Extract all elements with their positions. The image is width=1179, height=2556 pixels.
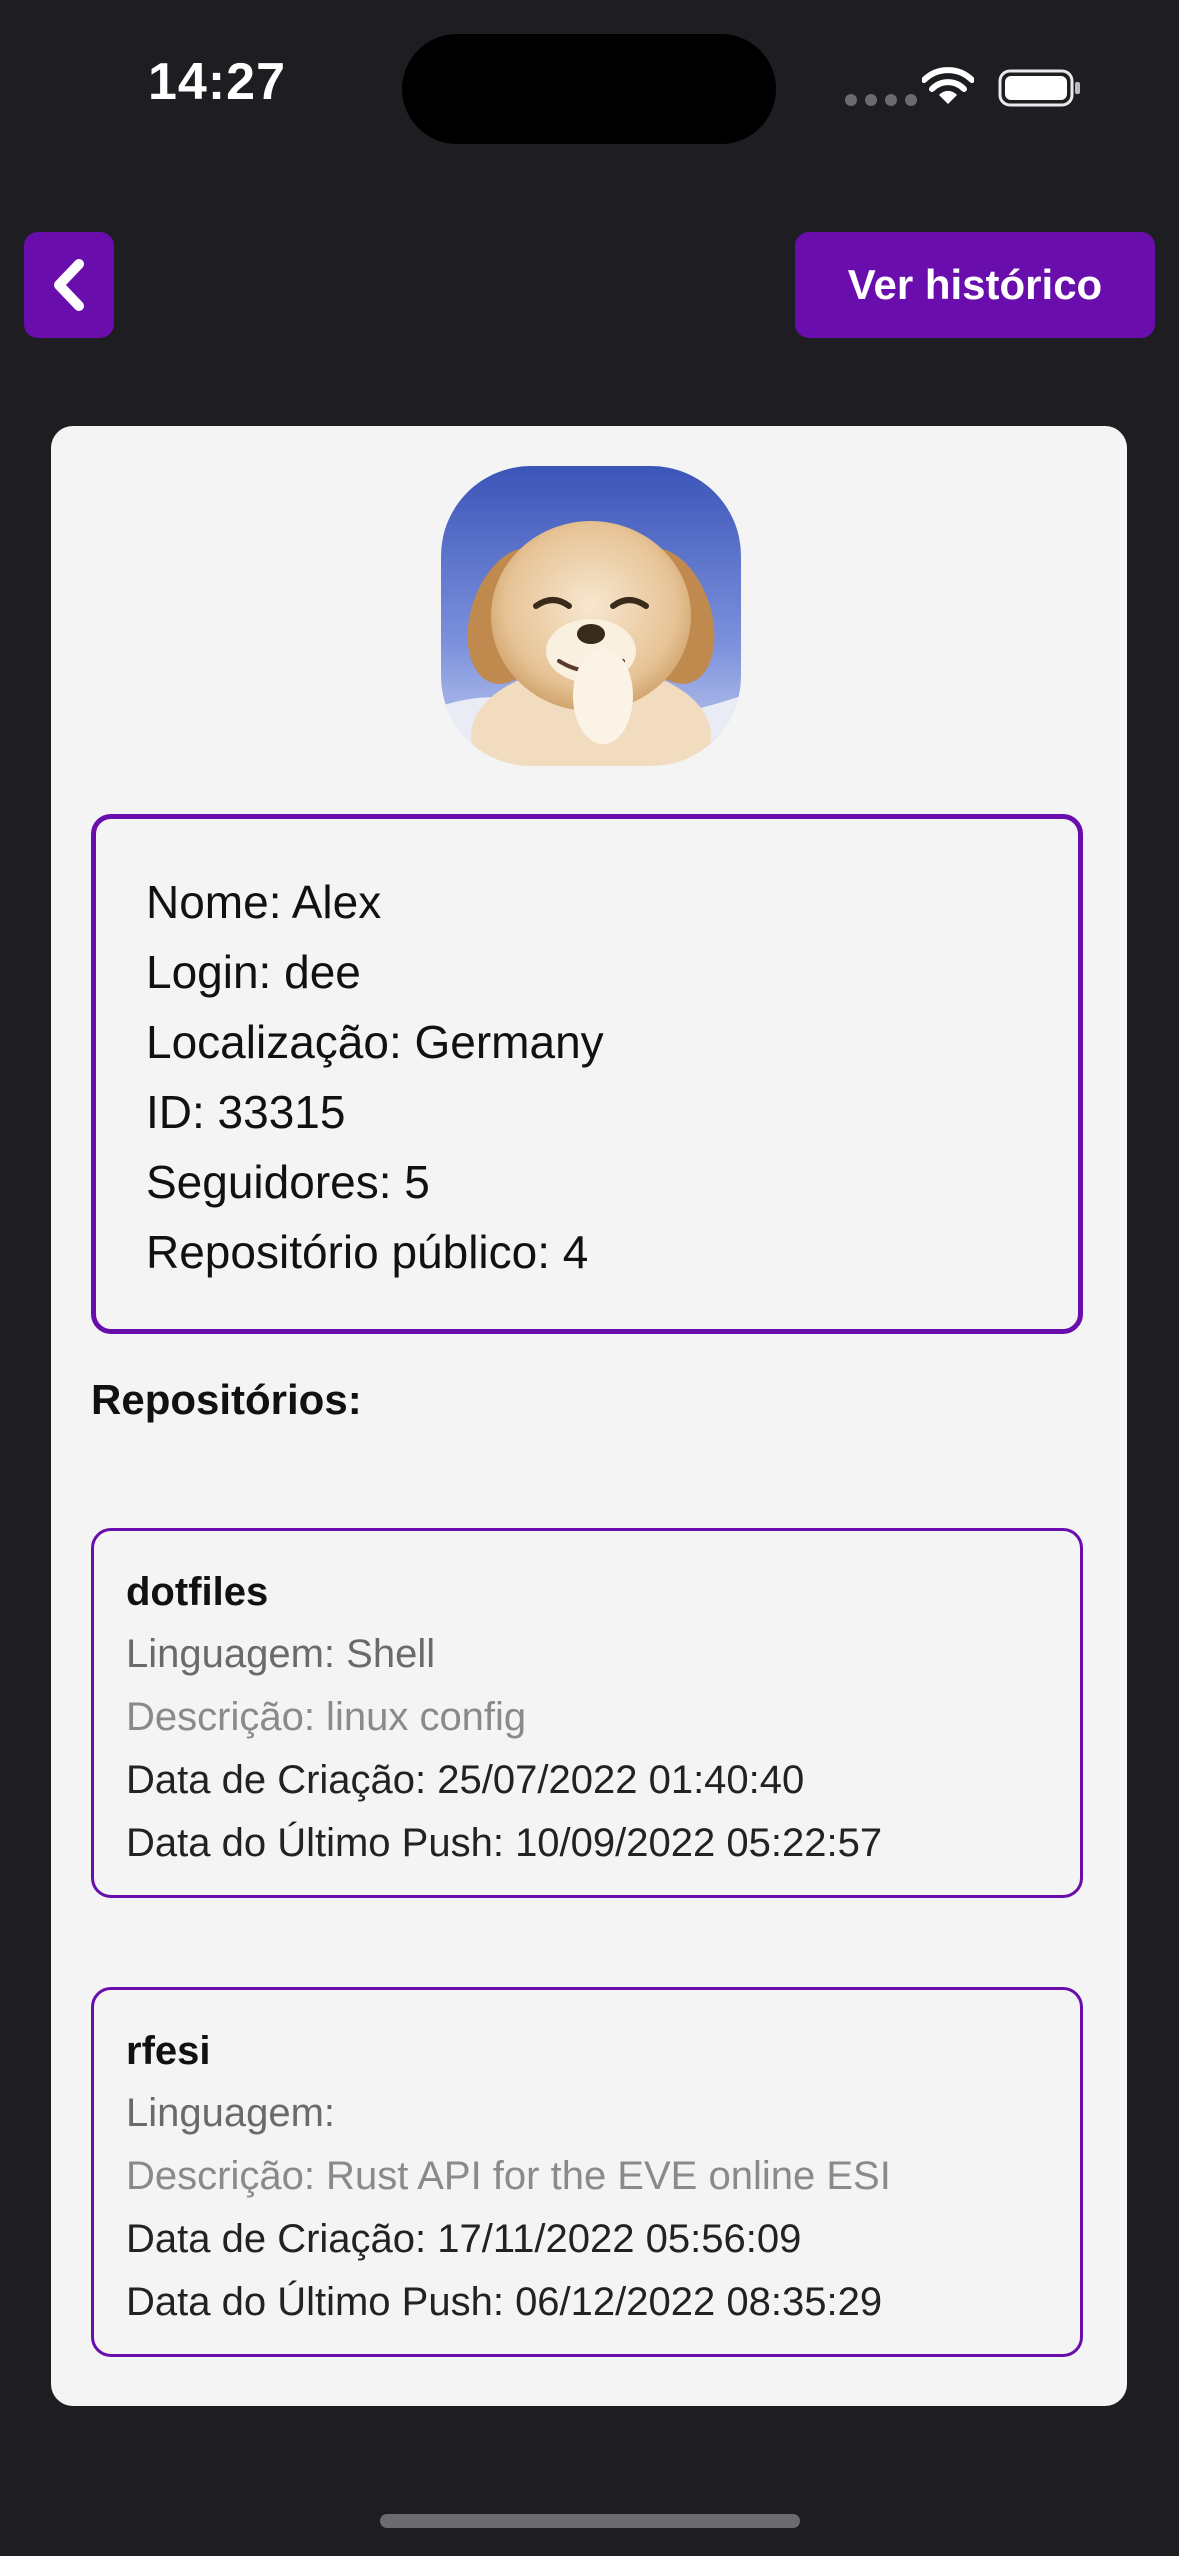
repo-name: dotfiles bbox=[126, 1570, 269, 1614]
user-followers: Seguidores: 5 bbox=[146, 1156, 430, 1208]
chevron-left-icon bbox=[54, 259, 84, 311]
user-name: Nome: Alex bbox=[146, 876, 382, 928]
repo-last-push-date: Data do Último Push: 06/12/2022 08:35:29 bbox=[126, 2280, 883, 2324]
profile-card: Nome: Alex Login: dee Localização: Germa… bbox=[51, 426, 1127, 2406]
dynamic-island bbox=[402, 34, 776, 144]
repo-card[interactable]: dotfiles Linguagem: Shell Descrição: lin… bbox=[91, 1528, 1083, 1898]
home-indicator[interactable] bbox=[380, 2514, 800, 2528]
view-history-button[interactable]: Ver histórico bbox=[795, 232, 1155, 338]
repo-name: rfesi bbox=[126, 2029, 211, 2073]
status-time: 14:27 bbox=[148, 53, 286, 111]
repo-created-date: Data de Criação: 17/11/2022 05:56:09 bbox=[126, 2217, 802, 2261]
battery-icon bbox=[998, 69, 1080, 107]
puppy-avatar-image bbox=[441, 466, 741, 766]
user-public-repos: Repositório público: 4 bbox=[146, 1226, 589, 1278]
user-login: Login: dee bbox=[146, 946, 361, 998]
user-location: Localização: Germany bbox=[146, 1016, 604, 1068]
repos-section-title: Repositórios: bbox=[91, 1376, 362, 1423]
user-id: ID: 33315 bbox=[146, 1086, 346, 1138]
repo-language: Linguagem: Shell bbox=[126, 1632, 436, 1676]
repo-card[interactable]: rfesi Linguagem: Descrição: Rust API for… bbox=[91, 1987, 1083, 2357]
wifi-icon bbox=[922, 67, 974, 104]
repo-description: Descrição: Rust API for the EVE online E… bbox=[126, 2154, 891, 2198]
avatar bbox=[441, 466, 741, 766]
back-button[interactable] bbox=[24, 232, 114, 338]
repo-last-push-date: Data do Último Push: 10/09/2022 05:22:57 bbox=[126, 1821, 883, 1865]
repo-language: Linguagem: bbox=[126, 2091, 336, 2135]
repo-created-date: Data de Criação: 25/07/2022 01:40:40 bbox=[126, 1758, 805, 1802]
repo-description: Descrição: linux config bbox=[126, 1695, 527, 1739]
user-info-box: Nome: Alex Login: dee Localização: Germa… bbox=[91, 814, 1083, 1334]
cellular-signal-icon bbox=[845, 94, 917, 106]
